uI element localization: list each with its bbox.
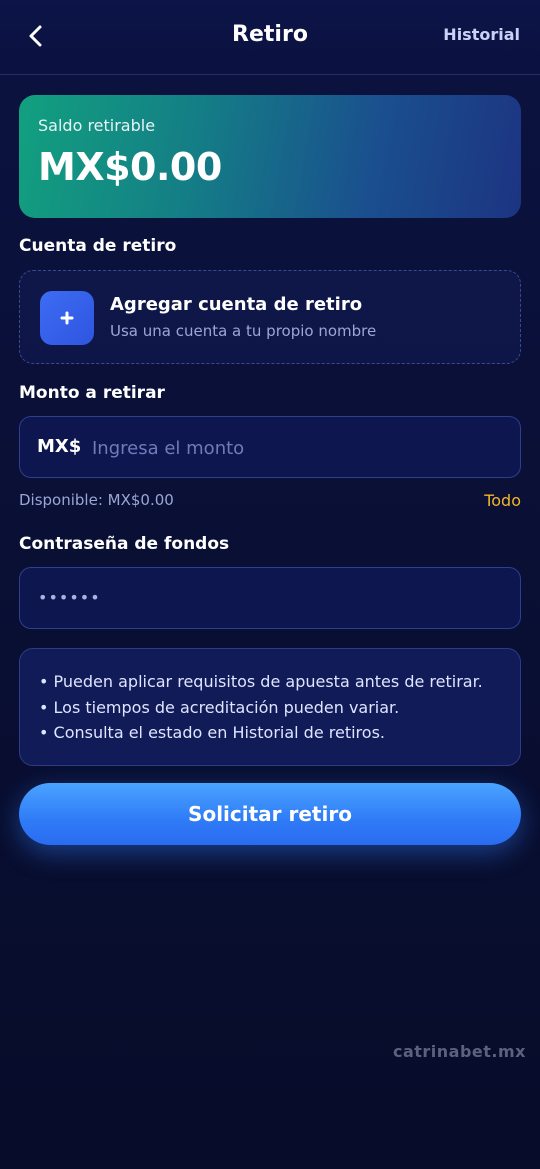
amount-input[interactable] <box>92 429 502 467</box>
add-account-button[interactable]: Agregar cuenta de retiro Usa una cuenta … <box>19 270 521 364</box>
site-watermark: catrinabet.mx <box>392 1042 526 1061</box>
balance-card: Saldo retirable MX$0.00 <box>19 95 521 218</box>
account-section-label: Cuenta de retiro <box>19 236 177 256</box>
balance-value: MX$0.00 <box>38 145 222 189</box>
add-account-tile <box>40 291 94 345</box>
available-balance-text: Disponible: MX$0.00 <box>19 491 174 509</box>
plus-icon <box>60 311 74 325</box>
amount-section-label: Monto a retirar <box>19 383 165 403</box>
history-link[interactable]: Historial <box>443 25 520 44</box>
info-line: • Los tiempos de acreditación pueden var… <box>39 697 400 717</box>
add-account-subtitle: Usa una cuenta a tu propio nombre <box>110 322 377 340</box>
amount-field: MX$ <box>19 416 521 478</box>
password-mask: •••••• <box>38 588 101 607</box>
funds-password-input[interactable]: •••••• <box>19 567 521 629</box>
submit-label: Solicitar retiro <box>188 802 352 826</box>
balance-label: Saldo retirable <box>38 116 156 135</box>
top-bar: Retiro Historial <box>0 0 540 75</box>
withdraw-all-link[interactable]: Todo <box>484 491 521 510</box>
info-line: • Pueden aplicar requisitos de apuesta a… <box>39 672 483 691</box>
password-section-label: Contraseña de fondos <box>19 534 230 554</box>
add-account-title: Agregar cuenta de retiro <box>110 294 363 315</box>
info-box: • Pueden aplicar requisitos de apuesta a… <box>19 648 521 766</box>
submit-withdrawal-button[interactable]: Solicitar retiro <box>19 783 521 845</box>
info-line: • Consulta el estado en Historial de ret… <box>39 723 385 742</box>
currency-prefix: MX$ <box>37 436 82 457</box>
